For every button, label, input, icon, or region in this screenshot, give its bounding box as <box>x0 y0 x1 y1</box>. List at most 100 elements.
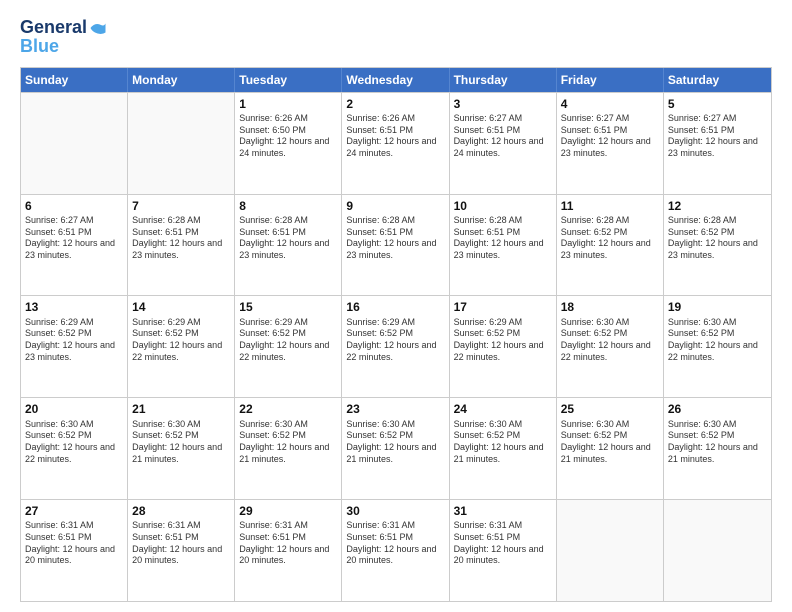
calendar-cell <box>128 93 235 194</box>
calendar-week: 13 Sunrise: 6:29 AMSunset: 6:52 PMDayligh… <box>21 295 771 397</box>
header: General Blue <box>20 18 772 57</box>
day-number: 28 <box>132 503 230 519</box>
calendar-cell: 17 Sunrise: 6:29 AMSunset: 6:52 PMDayligh… <box>450 296 557 397</box>
cell-info: Sunrise: 6:28 AMSunset: 6:52 PMDaylight:… <box>668 215 767 262</box>
calendar-cell: 27Sunrise: 6:31 AMSunset: 6:51 PMDayligh… <box>21 500 128 601</box>
cell-info: Sunrise: 6:29 AMSunset: 6:52 PMDaylight:… <box>239 317 337 364</box>
calendar-cell: 25 Sunrise: 6:30 AMSunset: 6:52 PMDayligh… <box>557 398 664 499</box>
calendar-week: 6Sunrise: 6:27 AMSunset: 6:51 PMDaylight… <box>21 194 771 296</box>
day-number: 25 <box>561 401 659 417</box>
cal-header-cell: Monday <box>128 68 235 92</box>
day-number: 27 <box>25 503 123 519</box>
logo-icon <box>89 19 107 37</box>
day-number: 23 <box>346 401 444 417</box>
day-number: 22 <box>239 401 337 417</box>
cell-info: Sunrise: 6:31 AMSunset: 6:51 PMDaylight:… <box>132 520 230 567</box>
calendar-cell: 1Sunrise: 6:26 AMSunset: 6:50 PMDaylight… <box>235 93 342 194</box>
calendar-cell <box>557 500 664 601</box>
day-number: 2 <box>346 96 444 112</box>
calendar-cell <box>21 93 128 194</box>
cell-info: Sunrise: 6:27 AMSunset: 6:51 PMDaylight:… <box>454 113 552 160</box>
calendar-cell: 29Sunrise: 6:31 AMSunset: 6:51 PMDayligh… <box>235 500 342 601</box>
cell-info: Sunrise: 6:30 AMSunset: 6:52 PMDaylight:… <box>454 419 552 466</box>
cal-header-cell: Sunday <box>21 68 128 92</box>
cal-header-cell: Friday <box>557 68 664 92</box>
calendar-cell: 7Sunrise: 6:28 AMSunset: 6:51 PMDaylight… <box>128 195 235 296</box>
calendar-cell: 5Sunrise: 6:27 AMSunset: 6:51 PMDaylight… <box>664 93 771 194</box>
cell-info: Sunrise: 6:30 AMSunset: 6:52 PMDaylight:… <box>668 419 767 466</box>
cell-info: Sunrise: 6:28 AMSunset: 6:51 PMDaylight:… <box>346 215 444 262</box>
day-number: 9 <box>346 198 444 214</box>
cell-info: Sunrise: 6:27 AMSunset: 6:51 PMDaylight:… <box>668 113 767 160</box>
cal-header-cell: Saturday <box>664 68 771 92</box>
cell-info: Sunrise: 6:27 AMSunset: 6:51 PMDaylight:… <box>25 215 123 262</box>
calendar-cell: 14Sunrise: 6:29 AMSunset: 6:52 PMDayligh… <box>128 296 235 397</box>
cell-info: Sunrise: 6:28 AMSunset: 6:51 PMDaylight:… <box>132 215 230 262</box>
calendar-cell: 2Sunrise: 6:26 AMSunset: 6:51 PMDaylight… <box>342 93 449 194</box>
cal-header-cell: Thursday <box>450 68 557 92</box>
calendar-cell: 8Sunrise: 6:28 AMSunset: 6:51 PMDaylight… <box>235 195 342 296</box>
cell-info: Sunrise: 6:28 AMSunset: 6:52 PMDaylight:… <box>561 215 659 262</box>
calendar-cell: 19 Sunrise: 6:30 AMSunset: 6:52 PMDayligh… <box>664 296 771 397</box>
day-number: 29 <box>239 503 337 519</box>
calendar-cell: 28Sunrise: 6:31 AMSunset: 6:51 PMDayligh… <box>128 500 235 601</box>
day-number: 10 <box>454 198 552 214</box>
day-number: 30 <box>346 503 444 519</box>
calendar-cell: 11Sunrise: 6:28 AMSunset: 6:52 PMDayligh… <box>557 195 664 296</box>
day-number: 3 <box>454 96 552 112</box>
cell-info: Sunrise: 6:29 AMSunset: 6:52 PMDaylight:… <box>454 317 552 364</box>
cell-info: Sunrise: 6:31 AMSunset: 6:51 PMDaylight:… <box>239 520 337 567</box>
cell-info: Sunrise: 6:26 AMSunset: 6:51 PMDaylight:… <box>346 113 444 160</box>
calendar-cell: 24Sunrise: 6:30 AMSunset: 6:52 PMDayligh… <box>450 398 557 499</box>
calendar-week: 20Sunrise: 6:30 AMSunset: 6:52 PMDayligh… <box>21 397 771 499</box>
cell-info: Sunrise: 6:30 AMSunset: 6:52 PMDaylight:… <box>346 419 444 466</box>
cell-info: Sunrise: 6:30 AMSunset: 6:52 PMDaylight:… <box>132 419 230 466</box>
calendar-cell: 23 Sunrise: 6:30 AMSunset: 6:52 PMDayligh… <box>342 398 449 499</box>
cal-header-cell: Wednesday <box>342 68 449 92</box>
calendar-header: SundayMondayTuesdayWednesdayThursdayFrid… <box>21 68 771 92</box>
calendar-cell: 12Sunrise: 6:28 AMSunset: 6:52 PMDayligh… <box>664 195 771 296</box>
day-number: 17 <box>454 299 552 315</box>
calendar-week: 1Sunrise: 6:26 AMSunset: 6:50 PMDaylight… <box>21 92 771 194</box>
cell-info: Sunrise: 6:29 AMSunset: 6:52 PMDaylight:… <box>346 317 444 364</box>
day-number: 14 <box>132 299 230 315</box>
day-number: 26 <box>668 401 767 417</box>
logo-blue: Blue <box>20 36 107 57</box>
cell-info: Sunrise: 6:26 AMSunset: 6:50 PMDaylight:… <box>239 113 337 160</box>
calendar-cell: 21Sunrise: 6:30 AMSunset: 6:52 PMDayligh… <box>128 398 235 499</box>
day-number: 8 <box>239 198 337 214</box>
day-number: 5 <box>668 96 767 112</box>
calendar-cell: 30Sunrise: 6:31 AMSunset: 6:51 PMDayligh… <box>342 500 449 601</box>
cell-info: Sunrise: 6:31 AMSunset: 6:51 PMDaylight:… <box>346 520 444 567</box>
day-number: 6 <box>25 198 123 214</box>
cell-info: Sunrise: 6:31 AMSunset: 6:51 PMDaylight:… <box>25 520 123 567</box>
cell-info: Sunrise: 6:31 AMSunset: 6:51 PMDaylight:… <box>454 520 552 567</box>
calendar-cell: 31Sunrise: 6:31 AMSunset: 6:51 PMDayligh… <box>450 500 557 601</box>
day-number: 7 <box>132 198 230 214</box>
cal-header-cell: Tuesday <box>235 68 342 92</box>
cell-info: Sunrise: 6:30 AMSunset: 6:52 PMDaylight:… <box>561 419 659 466</box>
calendar-cell: 26 Sunrise: 6:30 AMSunset: 6:52 PMDayligh… <box>664 398 771 499</box>
calendar-cell: 22 Sunrise: 6:30 AMSunset: 6:52 PMDayligh… <box>235 398 342 499</box>
logo: General Blue <box>20 18 107 57</box>
calendar-cell: 18 Sunrise: 6:30 AMSunset: 6:52 PMDayligh… <box>557 296 664 397</box>
calendar-cell: 3Sunrise: 6:27 AMSunset: 6:51 PMDaylight… <box>450 93 557 194</box>
cell-info: Sunrise: 6:30 AMSunset: 6:52 PMDaylight:… <box>239 419 337 466</box>
calendar-week: 27Sunrise: 6:31 AMSunset: 6:51 PMDayligh… <box>21 499 771 601</box>
calendar-cell: 9Sunrise: 6:28 AMSunset: 6:51 PMDaylight… <box>342 195 449 296</box>
cell-info: Sunrise: 6:27 AMSunset: 6:51 PMDaylight:… <box>561 113 659 160</box>
cell-info: Sunrise: 6:28 AMSunset: 6:51 PMDaylight:… <box>239 215 337 262</box>
day-number: 4 <box>561 96 659 112</box>
day-number: 19 <box>668 299 767 315</box>
cell-info: Sunrise: 6:30 AMSunset: 6:52 PMDaylight:… <box>25 419 123 466</box>
day-number: 13 <box>25 299 123 315</box>
calendar-cell: 6Sunrise: 6:27 AMSunset: 6:51 PMDaylight… <box>21 195 128 296</box>
calendar-cell: 20Sunrise: 6:30 AMSunset: 6:52 PMDayligh… <box>21 398 128 499</box>
cell-info: Sunrise: 6:29 AMSunset: 6:52 PMDaylight:… <box>25 317 123 364</box>
calendar-cell: 15Sunrise: 6:29 AMSunset: 6:52 PMDayligh… <box>235 296 342 397</box>
cell-info: Sunrise: 6:30 AMSunset: 6:52 PMDaylight:… <box>668 317 767 364</box>
cell-info: Sunrise: 6:30 AMSunset: 6:52 PMDaylight:… <box>561 317 659 364</box>
day-number: 18 <box>561 299 659 315</box>
day-number: 16 <box>346 299 444 315</box>
calendar-cell: 16 Sunrise: 6:29 AMSunset: 6:52 PMDayligh… <box>342 296 449 397</box>
